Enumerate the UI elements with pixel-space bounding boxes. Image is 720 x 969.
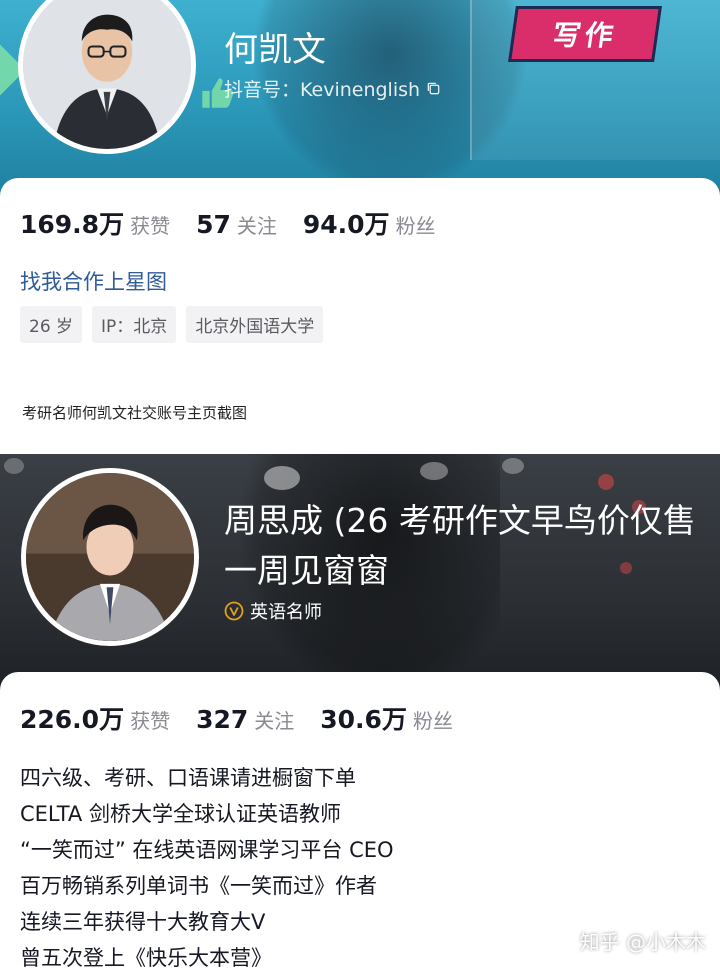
ip-location-tag: IP：北京 [92, 306, 177, 343]
following-label: 关注 [254, 709, 295, 733]
profile1-avatar-image [23, 0, 191, 149]
followers-label: 粉丝 [395, 214, 436, 238]
profile1-tags: 26 岁 IP：北京 北京外国语大学 [20, 306, 324, 343]
bio-line: 曾五次登上《快乐大本营》 [20, 946, 272, 969]
bio-line: 连续三年获得十大教育大V [20, 910, 266, 934]
bio-line: CELTA 剑桥大学全球认证英语教师 [20, 802, 341, 826]
account-id-text: 抖音号：Kevinenglish [224, 79, 421, 101]
followers-count[interactable]: 30.6万 [320, 700, 407, 736]
following-count[interactable]: 57 [196, 210, 231, 239]
following-count[interactable]: 327 [196, 705, 248, 734]
copy-icon[interactable] [426, 81, 441, 96]
profile2-avatar-image [26, 473, 194, 641]
profile1-stats: 169.8万 获赞 57 关注 94.0万 粉丝 [20, 205, 462, 241]
profile2-name: 周思成 (26 考研作文早鸟价仅售一周见窗窗 [224, 501, 696, 590]
image-caption: 考研名师何凯文社交账号主页截图 [22, 404, 248, 422]
likes-count[interactable]: 169.8万 [20, 205, 124, 241]
profile2-avatar[interactable] [21, 468, 199, 646]
bio-line: 四六级、考研、口语课请进橱窗下单 [20, 766, 356, 790]
zhihu-watermark: 知乎 @小木木 [579, 930, 706, 954]
age-tag: 26 岁 [20, 306, 83, 343]
profile2-stats: 226.0万 获赞 327 关注 30.6万 粉丝 [20, 700, 479, 736]
profile2-verification: 英语名师 [224, 598, 322, 624]
bokeh-light [502, 458, 524, 474]
verified-v-icon [224, 601, 244, 621]
profile1-name: 何凯文 [224, 30, 326, 70]
banner-writing-tag: 写作 [508, 6, 662, 62]
school-tag[interactable]: 北京外国语大学 [186, 306, 324, 343]
bokeh-light [598, 474, 614, 490]
likes-count[interactable]: 226.0万 [20, 700, 124, 736]
bokeh-light [4, 458, 24, 474]
bio-line: “一笑而过” 在线英语网课学习平台 CEO [20, 838, 394, 862]
profile2-bio: 四六级、考研、口语课请进橱窗下单 CELTA 剑桥大学全球认证英语教师 “一笑而… [20, 760, 394, 969]
bokeh-light [420, 462, 448, 480]
following-label: 关注 [236, 214, 277, 238]
collaboration-link[interactable]: 找我合作上星图 [20, 266, 167, 296]
bokeh-light [264, 466, 300, 490]
bio-line: 百万畅销系列单词书《一笑而过》作者 [20, 874, 377, 898]
likes-label: 获赞 [130, 709, 171, 733]
followers-label: 粉丝 [412, 709, 453, 733]
profile1-account-id: 抖音号：Kevinenglish [224, 75, 441, 102]
verification-label: 英语名师 [250, 602, 322, 623]
likes-label: 获赞 [130, 214, 171, 238]
followers-count[interactable]: 94.0万 [303, 205, 390, 241]
